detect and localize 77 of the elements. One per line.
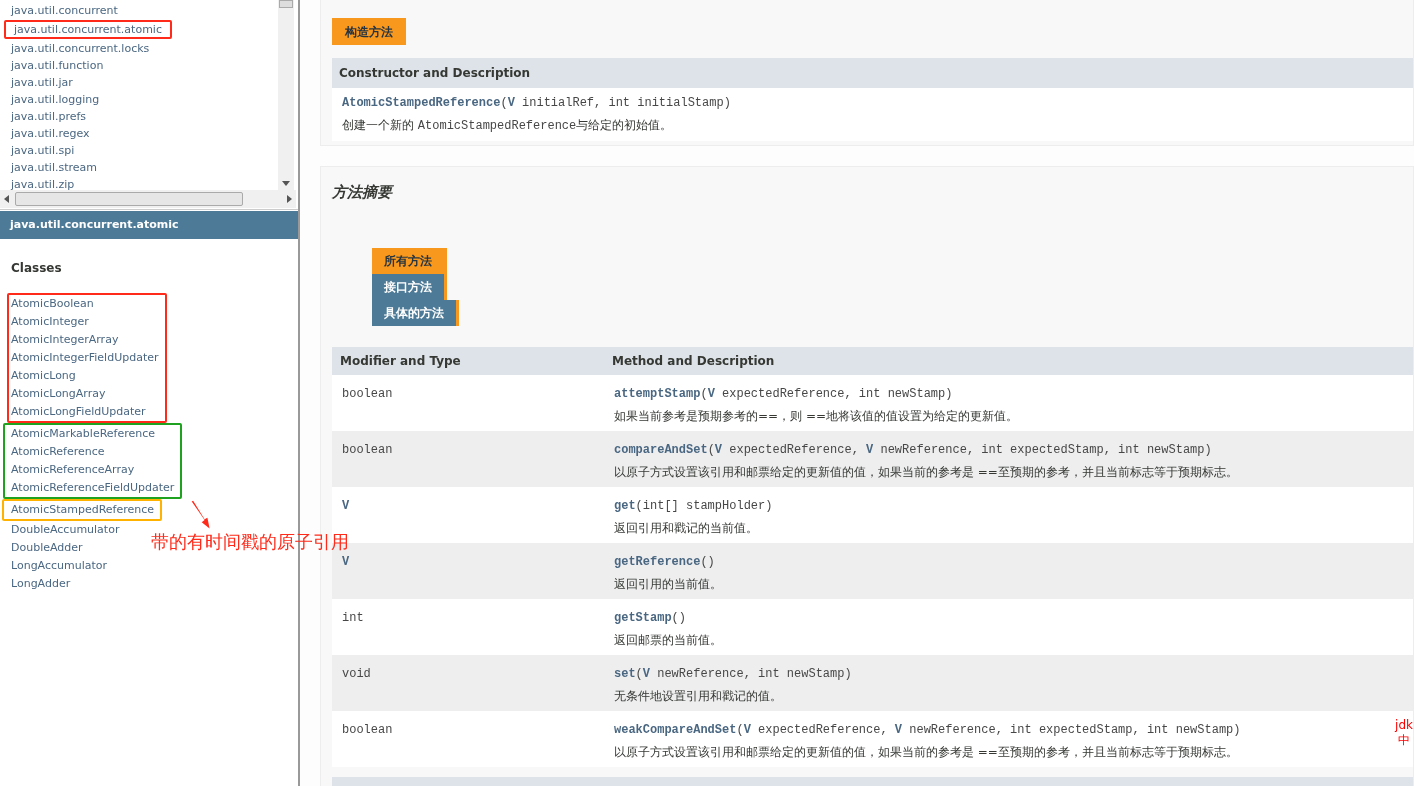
class-link[interactable]: AtomicMarkableReference: [11, 425, 156, 443]
package-link[interactable]: java.util.concurrent.atomic: [4, 20, 172, 39]
method-params: (V expectedReference, V newReference, int expectedStamp, int newStamp): [707, 442, 1212, 457]
method-description: 返回引用的当前值。: [614, 575, 722, 593]
package-link[interactable]: java.util.jar: [3, 75, 81, 90]
class-link[interactable]: DoubleAccumulator: [11, 521, 120, 539]
method-description: 以原子方式设置该引用和邮票给定的更新值的值，如果当前的参考是 ==至预期的参考，并且当前标志等于预期标志。: [614, 743, 1239, 761]
class-link[interactable]: LongAccumulator: [11, 557, 108, 575]
class-link[interactable]: LongAdder: [11, 575, 71, 593]
scroll-thumb[interactable]: [279, 0, 293, 8]
table-cell-text: boolean: [341, 385, 394, 403]
table-cell-text: boolean: [341, 441, 394, 459]
method-description: 如果当前参考是预期参考的==，则 ==地将该值的值设置为给定的更新值。: [614, 407, 1019, 425]
method-description: 返回引用和戳记的当前值。: [614, 519, 759, 537]
class-link[interactable]: AtomicReferenceFieldUpdater: [11, 479, 175, 497]
class-link[interactable]: DoubleAdder: [11, 539, 83, 557]
package-link[interactable]: java.util.spi: [3, 143, 83, 158]
package-link[interactable]: java.util.concurrent: [3, 3, 126, 18]
package-link[interactable]: java.util.prefs: [3, 109, 95, 124]
scroll-right-icon[interactable]: [287, 195, 292, 203]
package-link[interactable]: java.util.stream: [3, 160, 105, 175]
method-link[interactable]: getReference: [614, 554, 701, 569]
class-link[interactable]: AtomicLongFieldUpdater: [11, 403, 146, 421]
method-link[interactable]: attemptStamp: [614, 386, 701, 401]
class-link[interactable]: AtomicReferenceArray: [11, 461, 135, 479]
side-note: 中: [1398, 733, 1411, 748]
class-link[interactable]: AtomicBoolean: [11, 295, 94, 313]
class-link[interactable]: AtomicInteger: [11, 313, 89, 331]
scroll-thumb[interactable]: [15, 192, 243, 206]
method-link[interactable]: get: [614, 498, 636, 513]
package-link[interactable]: java.util.zip: [3, 177, 83, 192]
table-cell-text: V: [341, 553, 351, 571]
class-link[interactable]: AtomicStampedReference: [11, 501, 155, 519]
method-description: 以原子方式设置该引用和邮票给定的更新值的值，如果当前的参考是 ==至预期的参考，并且当前标志等于预期标志。: [614, 463, 1238, 481]
method-link[interactable]: set: [614, 666, 636, 681]
method-description: 返回邮票的当前值。: [614, 631, 722, 649]
scroll-down-icon[interactable]: [282, 181, 290, 186]
package-title-bar: java.util.concurrent.atomic: [0, 211, 298, 239]
column-header: Method and Description: [611, 352, 775, 370]
horizontal-scrollbar[interactable]: [0, 190, 296, 208]
method-link[interactable]: compareAndSet: [614, 442, 708, 457]
class-link[interactable]: AtomicLong: [11, 367, 76, 385]
constructor-description: 创建一个新的 AtomicStampedReference与给定的初始值。: [342, 117, 674, 135]
table-cell-text: int: [341, 609, 365, 627]
package-link[interactable]: java.util.logging: [3, 92, 108, 107]
method-params: (V expectedReference, V newReference, int expectedStamp, int newStamp): [736, 722, 1241, 737]
method-tab[interactable]: 接口方法: [372, 273, 444, 300]
package-link[interactable]: java.util.function: [3, 58, 112, 73]
method-tab[interactable]: 所有方法: [372, 247, 444, 274]
method-link[interactable]: weakCompareAndSet: [614, 722, 737, 737]
constructor-link[interactable]: AtomicStampedReference: [342, 96, 501, 110]
method-tab[interactable]: 具体的方法: [372, 299, 456, 326]
package-link[interactable]: java.util.concurrent.locks: [3, 41, 158, 56]
class-link[interactable]: AtomicIntegerFieldUpdater: [11, 349, 159, 367]
side-note: jdk: [1395, 718, 1413, 733]
class-link[interactable]: AtomicLongArray: [11, 385, 106, 403]
class-link[interactable]: AtomicReference: [11, 443, 105, 461]
method-params: (): [671, 610, 686, 625]
method-params: (V newReference, int newStamp): [635, 666, 852, 681]
package-link[interactable]: java.util.regex: [3, 126, 98, 141]
method-params: (): [700, 554, 715, 569]
table-header: Constructor and Description: [332, 58, 1413, 88]
column-header: Modifier and Type: [339, 352, 462, 370]
annotation-text: 带的有时间戳的原子引用: [151, 532, 349, 552]
method-link[interactable]: getStamp: [614, 610, 672, 625]
method-params: (V expectedReference, int newStamp): [700, 386, 953, 401]
class-link[interactable]: AtomicIntegerArray: [11, 331, 119, 349]
table-cell-text: V: [341, 497, 351, 515]
classes-heading: Classes: [11, 260, 63, 277]
vertical-scrollbar[interactable]: [278, 0, 294, 190]
table-cell-text: void: [341, 665, 372, 683]
table-cell-text: boolean: [341, 721, 394, 739]
method-params: (int[] stampHolder): [635, 498, 773, 513]
method-description: 无条件地设置引用和戳记的值。: [614, 687, 783, 705]
section-title: 方法摘要: [332, 182, 395, 203]
constructor-params: (V initialRef, int initialStamp): [500, 96, 731, 110]
scroll-left-icon[interactable]: [4, 195, 9, 203]
